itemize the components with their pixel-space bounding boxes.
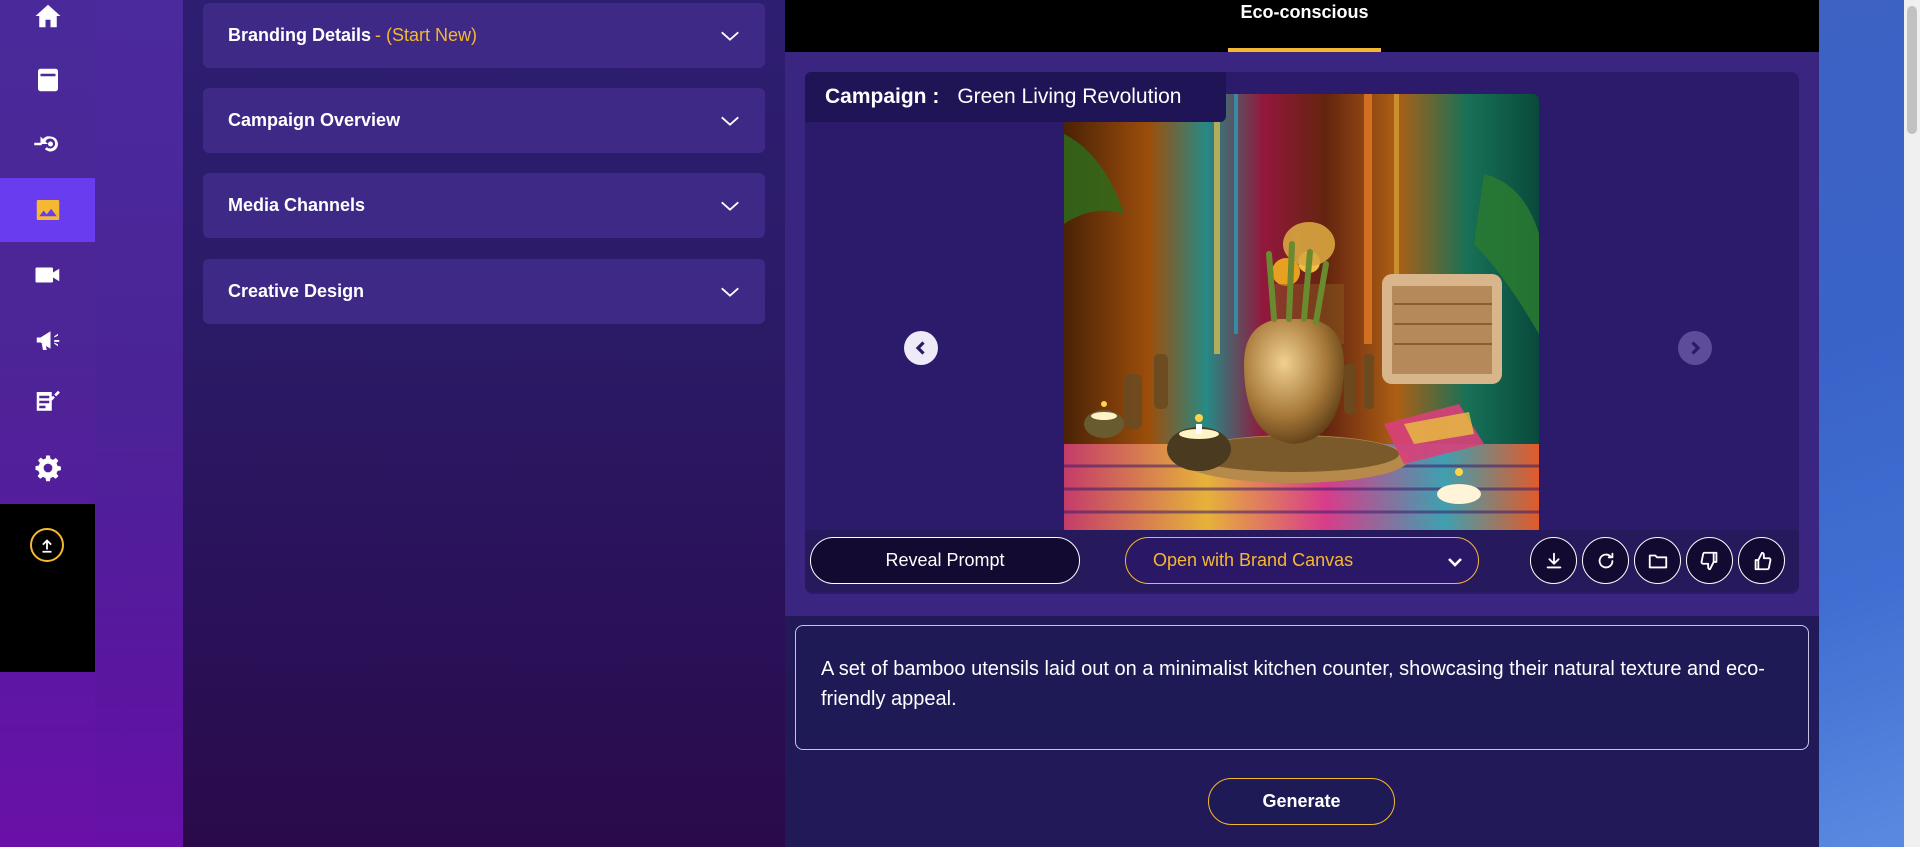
download-icon <box>1546 552 1561 568</box>
image-icon <box>36 200 59 220</box>
chevron-down-icon <box>1446 553 1464 571</box>
accordion-subtitle: - (Start New) <box>375 25 478 45</box>
refresh-icon <box>1598 552 1613 568</box>
open-with-dropdown[interactable]: Open with Brand Canvas <box>1125 537 1479 584</box>
upload-button[interactable] <box>30 528 64 562</box>
campaign-tag: Campaign : Green Living Revolution <box>805 72 1226 122</box>
accordion-branding-details[interactable]: Branding Details - (Start New) <box>203 3 765 68</box>
nav-content[interactable] <box>0 370 95 434</box>
prompt-textarea[interactable]: A set of bamboo utensils laid out on a m… <box>795 625 1809 750</box>
tab-eco-conscious[interactable]: Eco-conscious <box>1228 0 1381 52</box>
thumbs-down-icon <box>1700 551 1717 570</box>
page-scrollbar[interactable] <box>1904 0 1920 847</box>
chevron-right-icon <box>1691 341 1701 355</box>
accordion-title: Creative Design <box>228 281 365 301</box>
desktop-background <box>1819 0 1904 847</box>
home-icon <box>35 4 60 28</box>
icon-sidebar <box>0 0 95 847</box>
nav-notebook[interactable] <box>0 48 95 112</box>
settings-panel: Branding Details - (Start New) Campaign … <box>183 0 785 847</box>
nav-video[interactable] <box>0 243 95 307</box>
edit-list-icon <box>36 390 60 411</box>
campaign-name: Green Living Revolution <box>957 85 1182 108</box>
dislike-button[interactable] <box>1686 537 1733 584</box>
like-button[interactable] <box>1738 537 1785 584</box>
accordion-media-channels[interactable]: Media Channels <box>203 173 765 238</box>
previous-image-button[interactable] <box>904 331 938 365</box>
accordion-title: Branding Details <box>228 25 372 45</box>
save-to-folder-button[interactable] <box>1634 537 1681 584</box>
settings-gear-icon <box>35 455 61 482</box>
chevron-left-icon <box>915 341 925 355</box>
chevron-down-icon <box>719 195 741 217</box>
gear-arrow-icon <box>33 136 58 152</box>
chevron-down-icon <box>719 25 741 47</box>
next-image-button[interactable] <box>1678 331 1712 365</box>
tab-bar: Eco-conscious <box>785 0 1819 52</box>
accordion-title: Campaign Overview <box>228 110 401 130</box>
regenerate-button[interactable] <box>1582 537 1629 584</box>
image-action-bar: Reveal Prompt Open with Brand Canvas <box>805 530 1799 592</box>
nav-home[interactable] <box>0 0 95 48</box>
scrollbar-thumb[interactable] <box>1907 6 1917 134</box>
nav-automation[interactable] <box>0 112 95 176</box>
chevron-down-icon <box>719 281 741 303</box>
reveal-prompt-button[interactable]: Reveal Prompt <box>810 537 1080 584</box>
nav-settings[interactable] <box>0 436 95 500</box>
nav-images[interactable] <box>0 178 95 242</box>
video-camera-icon <box>35 267 59 283</box>
upload-icon <box>42 539 52 553</box>
download-button[interactable] <box>1530 537 1577 584</box>
accordion-creative-design[interactable]: Creative Design <box>203 259 765 324</box>
folder-icon <box>1648 554 1667 568</box>
megaphone-icon <box>36 331 59 350</box>
generate-button[interactable]: Generate <box>1208 778 1395 825</box>
notebook-icon <box>37 68 58 92</box>
accordion-title: Media Channels <box>228 195 366 215</box>
nav-campaigns[interactable] <box>0 308 95 372</box>
main-area: Eco-conscious Campaign : Green Living Re… <box>785 0 1819 847</box>
campaign-label: Campaign : <box>825 85 940 108</box>
accordion-campaign-overview[interactable]: Campaign Overview <box>203 88 765 153</box>
open-with-label: Open with Brand Canvas <box>1153 550 1354 570</box>
chevron-down-icon <box>719 110 741 132</box>
thumbs-up-icon <box>1754 551 1771 570</box>
sidebar-gap <box>95 0 183 847</box>
generated-image <box>1064 94 1539 534</box>
